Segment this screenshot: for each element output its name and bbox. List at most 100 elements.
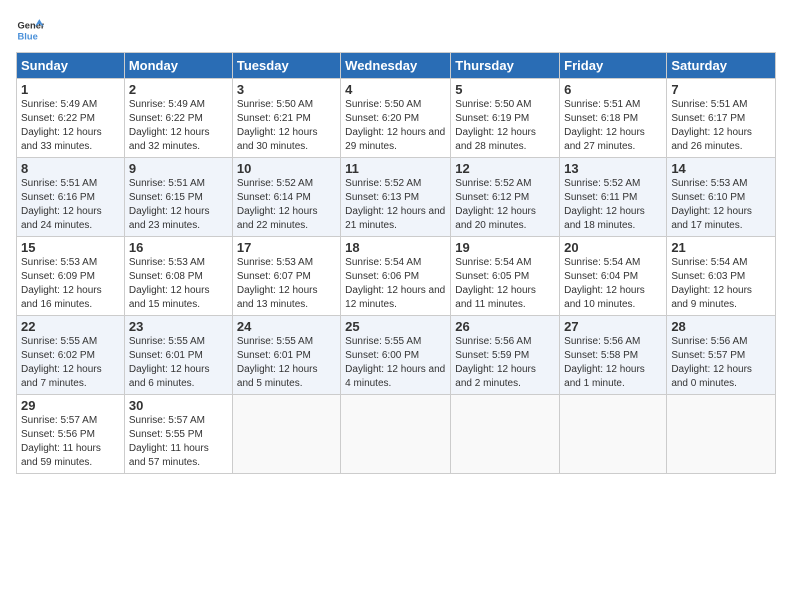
sunset-label: Sunset: 6:15 PM [129, 192, 203, 203]
sunset-label: Sunset: 6:18 PM [564, 113, 638, 124]
weekday-header-thursday: Thursday [451, 53, 560, 79]
calendar-cell: 28 Sunrise: 5:56 AM Sunset: 5:57 PM Dayl… [667, 316, 776, 395]
day-number: 29 [21, 398, 120, 413]
day-info: Sunrise: 5:52 AM Sunset: 6:11 PM Dayligh… [564, 177, 662, 233]
calendar-cell: 3 Sunrise: 5:50 AM Sunset: 6:21 PM Dayli… [232, 79, 340, 158]
calendar-cell: 23 Sunrise: 5:55 AM Sunset: 6:01 PM Dayl… [124, 316, 232, 395]
sunrise-label: Sunrise: 5:51 AM [21, 178, 97, 189]
day-number: 12 [455, 161, 555, 176]
sunset-label: Sunset: 6:21 PM [237, 113, 311, 124]
day-number: 5 [455, 82, 555, 97]
calendar-cell: 10 Sunrise: 5:52 AM Sunset: 6:14 PM Dayl… [232, 158, 340, 237]
day-number: 18 [345, 240, 446, 255]
sunset-label: Sunset: 6:10 PM [671, 192, 745, 203]
page-header: General Blue [16, 16, 776, 44]
daylight-label: Daylight: 12 hours and 28 minutes. [455, 127, 536, 152]
weekday-header-friday: Friday [560, 53, 667, 79]
weekday-header-monday: Monday [124, 53, 232, 79]
day-number: 8 [21, 161, 120, 176]
sunrise-label: Sunrise: 5:51 AM [564, 99, 640, 110]
calendar-week-row: 15 Sunrise: 5:53 AM Sunset: 6:09 PM Dayl… [17, 237, 776, 316]
day-number: 14 [671, 161, 771, 176]
calendar-cell: 17 Sunrise: 5:53 AM Sunset: 6:07 PM Dayl… [232, 237, 340, 316]
sunrise-label: Sunrise: 5:57 AM [21, 415, 97, 426]
sunset-label: Sunset: 6:20 PM [345, 113, 419, 124]
calendar-cell: 9 Sunrise: 5:51 AM Sunset: 6:15 PM Dayli… [124, 158, 232, 237]
calendar-cell: 1 Sunrise: 5:49 AM Sunset: 6:22 PM Dayli… [17, 79, 125, 158]
logo: General Blue [16, 16, 44, 44]
calendar-week-row: 29 Sunrise: 5:57 AM Sunset: 5:56 PM Dayl… [17, 395, 776, 474]
daylight-label: Daylight: 12 hours and 13 minutes. [237, 285, 318, 310]
day-number: 23 [129, 319, 228, 334]
day-number: 11 [345, 161, 446, 176]
sunrise-label: Sunrise: 5:53 AM [129, 257, 205, 268]
sunrise-label: Sunrise: 5:53 AM [237, 257, 313, 268]
day-info: Sunrise: 5:54 AM Sunset: 6:06 PM Dayligh… [345, 256, 446, 312]
sunset-label: Sunset: 6:01 PM [129, 350, 203, 361]
calendar-cell: 13 Sunrise: 5:52 AM Sunset: 6:11 PM Dayl… [560, 158, 667, 237]
day-info: Sunrise: 5:50 AM Sunset: 6:20 PM Dayligh… [345, 98, 446, 154]
calendar-cell: 11 Sunrise: 5:52 AM Sunset: 6:13 PM Dayl… [341, 158, 451, 237]
day-number: 6 [564, 82, 662, 97]
sunset-label: Sunset: 6:05 PM [455, 271, 529, 282]
day-number: 4 [345, 82, 446, 97]
day-number: 19 [455, 240, 555, 255]
daylight-label: Daylight: 12 hours and 29 minutes. [345, 127, 445, 152]
day-number: 28 [671, 319, 771, 334]
daylight-label: Daylight: 12 hours and 6 minutes. [129, 364, 210, 389]
sunset-label: Sunset: 6:12 PM [455, 192, 529, 203]
calendar-cell: 24 Sunrise: 5:55 AM Sunset: 6:01 PM Dayl… [232, 316, 340, 395]
sunrise-label: Sunrise: 5:52 AM [237, 178, 313, 189]
calendar-table: SundayMondayTuesdayWednesdayThursdayFrid… [16, 52, 776, 474]
day-info: Sunrise: 5:50 AM Sunset: 6:19 PM Dayligh… [455, 98, 555, 154]
sunset-label: Sunset: 6:22 PM [21, 113, 95, 124]
sunset-label: Sunset: 6:06 PM [345, 271, 419, 282]
daylight-label: Daylight: 12 hours and 24 minutes. [21, 206, 102, 231]
daylight-label: Daylight: 12 hours and 32 minutes. [129, 127, 210, 152]
daylight-label: Daylight: 12 hours and 21 minutes. [345, 206, 445, 231]
daylight-label: Daylight: 12 hours and 4 minutes. [345, 364, 445, 389]
calendar-cell: 19 Sunrise: 5:54 AM Sunset: 6:05 PM Dayl… [451, 237, 560, 316]
calendar-cell: 8 Sunrise: 5:51 AM Sunset: 6:16 PM Dayli… [17, 158, 125, 237]
sunrise-label: Sunrise: 5:50 AM [455, 99, 531, 110]
sunset-label: Sunset: 6:07 PM [237, 271, 311, 282]
day-number: 17 [237, 240, 336, 255]
sunset-label: Sunset: 6:08 PM [129, 271, 203, 282]
day-info: Sunrise: 5:54 AM Sunset: 6:04 PM Dayligh… [564, 256, 662, 312]
daylight-label: Daylight: 12 hours and 27 minutes. [564, 127, 645, 152]
day-number: 21 [671, 240, 771, 255]
calendar-cell: 6 Sunrise: 5:51 AM Sunset: 6:18 PM Dayli… [560, 79, 667, 158]
daylight-label: Daylight: 12 hours and 26 minutes. [671, 127, 752, 152]
sunset-label: Sunset: 6:03 PM [671, 271, 745, 282]
day-number: 15 [21, 240, 120, 255]
sunrise-label: Sunrise: 5:55 AM [237, 336, 313, 347]
calendar-cell: 4 Sunrise: 5:50 AM Sunset: 6:20 PM Dayli… [341, 79, 451, 158]
day-number: 13 [564, 161, 662, 176]
day-number: 16 [129, 240, 228, 255]
sunset-label: Sunset: 6:11 PM [564, 192, 637, 203]
calendar-cell: 2 Sunrise: 5:49 AM Sunset: 6:22 PM Dayli… [124, 79, 232, 158]
daylight-label: Daylight: 12 hours and 2 minutes. [455, 364, 536, 389]
calendar-cell [667, 395, 776, 474]
calendar-cell: 30 Sunrise: 5:57 AM Sunset: 5:55 PM Dayl… [124, 395, 232, 474]
day-info: Sunrise: 5:51 AM Sunset: 6:15 PM Dayligh… [129, 177, 228, 233]
sunset-label: Sunset: 6:22 PM [129, 113, 203, 124]
day-number: 2 [129, 82, 228, 97]
daylight-label: Daylight: 12 hours and 10 minutes. [564, 285, 645, 310]
calendar-cell [451, 395, 560, 474]
sunrise-label: Sunrise: 5:52 AM [455, 178, 531, 189]
sunrise-label: Sunrise: 5:54 AM [345, 257, 421, 268]
day-info: Sunrise: 5:56 AM Sunset: 5:58 PM Dayligh… [564, 335, 662, 391]
day-number: 24 [237, 319, 336, 334]
sunset-label: Sunset: 6:19 PM [455, 113, 529, 124]
sunset-label: Sunset: 6:13 PM [345, 192, 419, 203]
daylight-label: Daylight: 12 hours and 11 minutes. [455, 285, 536, 310]
sunset-label: Sunset: 6:09 PM [21, 271, 95, 282]
day-info: Sunrise: 5:53 AM Sunset: 6:07 PM Dayligh… [237, 256, 336, 312]
sunset-label: Sunset: 5:57 PM [671, 350, 745, 361]
calendar-cell: 12 Sunrise: 5:52 AM Sunset: 6:12 PM Dayl… [451, 158, 560, 237]
weekday-header-sunday: Sunday [17, 53, 125, 79]
day-info: Sunrise: 5:52 AM Sunset: 6:12 PM Dayligh… [455, 177, 555, 233]
day-number: 25 [345, 319, 446, 334]
calendar-cell: 18 Sunrise: 5:54 AM Sunset: 6:06 PM Dayl… [341, 237, 451, 316]
